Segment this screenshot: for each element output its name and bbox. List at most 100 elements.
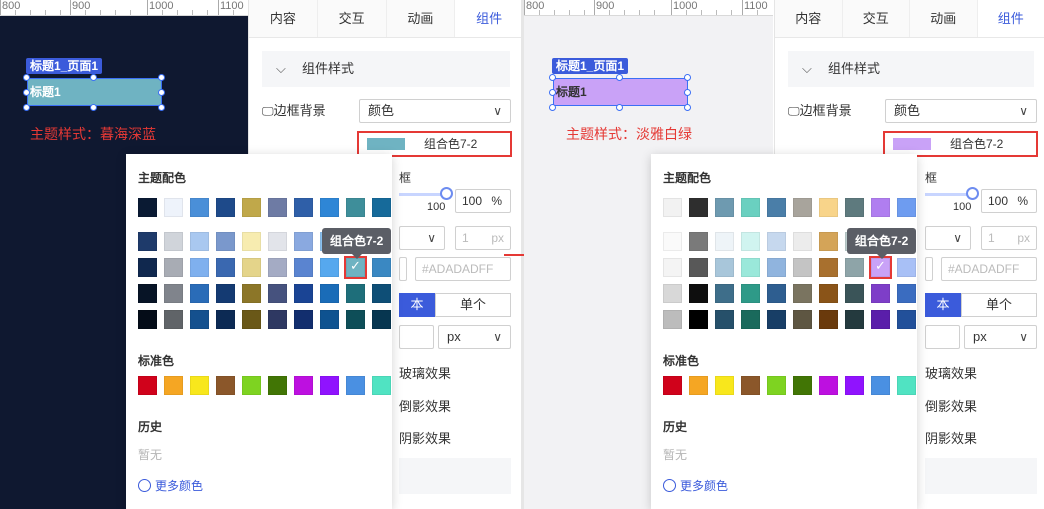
color-swatch[interactable] (138, 232, 157, 251)
seg-option-all[interactable]: 本 (925, 293, 961, 317)
opacity-input[interactable]: 100% (455, 189, 511, 213)
color-swatch[interactable] (793, 310, 812, 329)
resize-handle[interactable] (684, 104, 691, 111)
color-swatch[interactable] (216, 198, 235, 217)
more-colors-link[interactable]: 更多颜色 (663, 477, 728, 494)
color-swatch[interactable] (741, 284, 760, 303)
resize-handle[interactable] (158, 74, 165, 81)
color-swatch[interactable] (346, 284, 365, 303)
color-swatch[interactable] (294, 258, 313, 277)
color-swatch[interactable] (372, 198, 391, 217)
color-swatch[interactable] (741, 198, 760, 217)
resize-handle[interactable] (90, 74, 97, 81)
mode-segment[interactable]: 本 单个 (925, 293, 1037, 317)
color-swatch[interactable] (216, 376, 235, 395)
hex-input[interactable]: #ADADADFF (415, 257, 511, 281)
radius-input[interactable] (399, 325, 434, 349)
color-swatch[interactable] (715, 258, 734, 277)
resize-handle[interactable] (616, 104, 623, 111)
color-swatch[interactable] (689, 258, 708, 277)
color-swatch[interactable] (294, 376, 313, 395)
resize-handle[interactable] (23, 104, 30, 111)
color-swatch[interactable] (793, 198, 812, 217)
resize-handle[interactable] (549, 89, 556, 96)
color-swatch[interactable] (216, 232, 235, 251)
color-swatch[interactable] (715, 198, 734, 217)
fill-type-select[interactable]: 颜色 ∨ (885, 99, 1037, 123)
glass-effect-option[interactable]: 玻璃效果 (399, 363, 451, 382)
color-swatch[interactable] (689, 376, 708, 395)
tab-animation[interactable]: 动画 (910, 0, 978, 37)
tab-component[interactable]: 组件 (455, 0, 523, 37)
color-swatch[interactable] (819, 284, 838, 303)
color-swatch[interactable] (190, 376, 209, 395)
color-swatch[interactable] (845, 376, 864, 395)
color-swatch[interactable] (294, 198, 313, 217)
radius-input[interactable] (925, 325, 960, 349)
color-swatch[interactable] (897, 310, 916, 329)
resize-handle[interactable] (23, 89, 30, 96)
shadow-effect-option[interactable]: 阴影效果 (925, 428, 977, 447)
color-swatch[interactable] (164, 284, 183, 303)
opacity-slider-knob[interactable] (440, 187, 453, 200)
tab-content[interactable]: 内容 (775, 0, 843, 37)
shadow-effect-option[interactable]: 阴影效果 (399, 428, 451, 447)
color-swatch[interactable] (320, 198, 339, 217)
color-swatch[interactable] (715, 376, 734, 395)
color-swatch[interactable] (715, 232, 734, 251)
color-swatch[interactable] (190, 232, 209, 251)
reflection-effect-option[interactable]: 倒影效果 (399, 396, 451, 415)
tab-interaction[interactable]: 交互 (843, 0, 910, 37)
color-swatch[interactable] (190, 310, 209, 329)
color-swatch[interactable] (819, 310, 838, 329)
color-swatch[interactable] (268, 310, 287, 329)
color-swatch[interactable] (346, 310, 365, 329)
fill-type-select[interactable]: 颜色 ∨ (359, 99, 511, 123)
color-swatch[interactable] (767, 198, 786, 217)
color-swatch[interactable] (663, 232, 682, 251)
color-swatch[interactable] (663, 310, 682, 329)
tab-content[interactable]: 内容 (249, 0, 318, 37)
color-swatch[interactable] (767, 284, 786, 303)
color-swatch[interactable] (689, 310, 708, 329)
resize-handle[interactable] (158, 89, 165, 96)
color-swatch[interactable] (138, 310, 157, 329)
hex-input[interactable]: #ADADADFF (941, 257, 1037, 281)
color-swatch[interactable] (871, 310, 890, 329)
color-swatch[interactable] (897, 284, 916, 303)
opacity-slider-track[interactable] (925, 193, 971, 196)
color-swatch[interactable] (138, 376, 157, 395)
color-swatch[interactable] (268, 232, 287, 251)
collapsed-section[interactable] (399, 458, 511, 494)
color-swatch[interactable] (346, 376, 365, 395)
color-swatch[interactable] (242, 198, 261, 217)
tab-animation[interactable]: 动画 (387, 0, 456, 37)
color-swatch[interactable] (793, 376, 812, 395)
color-swatch[interactable] (138, 284, 157, 303)
color-swatch[interactable] (372, 376, 391, 395)
color-swatch[interactable] (845, 198, 864, 217)
color-swatch[interactable] (190, 284, 209, 303)
color-swatch[interactable] (294, 310, 313, 329)
resize-handle[interactable] (684, 74, 691, 81)
color-swatch[interactable] (663, 376, 682, 395)
seg-option-single[interactable]: 单个 (435, 293, 511, 317)
resize-handle[interactable] (158, 104, 165, 111)
color-swatch[interactable] (793, 284, 812, 303)
tab-interaction[interactable]: 交互 (318, 0, 387, 37)
color-swatch[interactable] (845, 310, 864, 329)
color-swatch[interactable] (268, 376, 287, 395)
resize-handle[interactable] (549, 104, 556, 111)
color-swatch[interactable] (741, 232, 760, 251)
color-swatch[interactable] (242, 310, 261, 329)
border-color-swatch[interactable] (399, 257, 407, 281)
color-swatch[interactable] (715, 310, 734, 329)
color-swatch[interactable] (190, 258, 209, 277)
resize-handle[interactable] (23, 74, 30, 81)
glass-effect-option[interactable]: 玻璃效果 (925, 363, 977, 382)
color-swatch[interactable] (819, 232, 838, 251)
color-swatch[interactable] (741, 258, 760, 277)
color-swatch[interactable] (663, 284, 682, 303)
color-swatch[interactable] (741, 310, 760, 329)
color-swatch[interactable] (819, 258, 838, 277)
